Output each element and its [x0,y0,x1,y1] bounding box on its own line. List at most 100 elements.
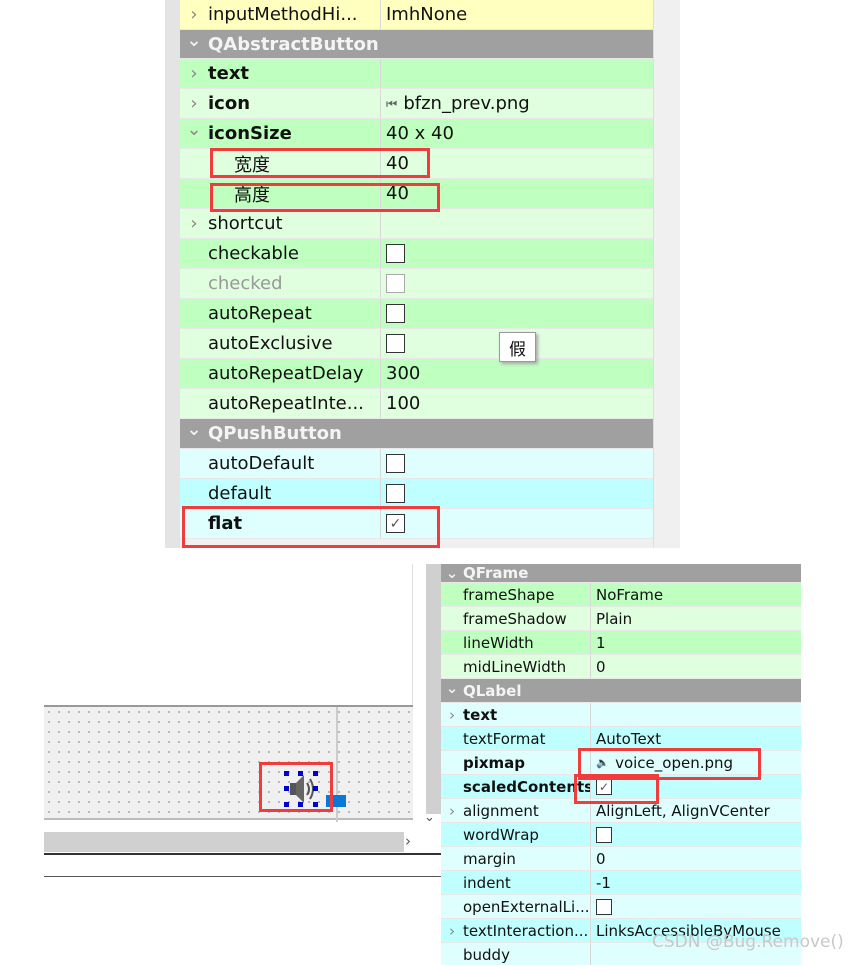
chevron-right-icon[interactable]: › [180,0,208,29]
property-row-autorepeatinte[interactable]: autoRepeatInte... 100 [180,389,653,419]
form-white-area [44,564,413,705]
property-name: autoDefault [208,449,381,478]
property-value[interactable]: AutoText [591,727,801,750]
property-row-linewidth[interactable]: lineWidth 1 [441,631,801,655]
property-row-inputmethodhi[interactable]: › inputMethodHi... ImhNone [180,0,653,30]
row-gutter [180,389,208,418]
property-row-autoexclusive[interactable]: autoExclusive [180,329,653,359]
property-row-icon[interactable]: › icon ⏮ bfzn_prev.png [180,89,653,119]
highlight-box [259,762,333,812]
chevron-right-icon[interactable]: › [405,832,411,850]
checkbox[interactable] [386,454,405,473]
property-row-text[interactable]: › text [441,703,801,727]
chevron-down-icon[interactable]: ⌄ [180,419,208,448]
property-value[interactable] [381,479,653,508]
checkbox[interactable] [386,244,405,263]
highlight-box [182,506,440,548]
property-row-margin[interactable]: margin 0 [441,847,801,871]
property-name: autoRepeatDelay [208,359,381,388]
property-row-autorepeat[interactable]: autoRepeat [180,299,653,329]
section-header-qpushbutton[interactable]: ⌄ QPushButton [180,419,653,449]
property-value[interactable]: 40 x 40 [381,119,653,148]
chevron-right-icon[interactable]: › [180,59,208,88]
property-value-text: 300 [386,363,421,384]
property-value[interactable]: Plain [591,607,801,630]
property-value[interactable]: 1 [591,631,801,654]
row-gutter [441,871,463,894]
property-name: checkable [208,239,381,268]
property-value[interactable] [591,703,801,726]
property-name: QPushButton [208,423,342,444]
property-value[interactable] [591,823,801,846]
form-grid[interactable] [44,705,413,822]
property-value-text: AutoText [596,729,662,748]
scrollbar-vertical[interactable] [653,0,680,548]
property-name: wordWrap [463,823,591,846]
property-value[interactable] [381,209,653,238]
property-value[interactable]: -1 [591,871,801,894]
property-row-checked[interactable]: checked [180,269,653,299]
property-row-wordwrap[interactable]: wordWrap [441,823,801,847]
chevron-down-icon[interactable]: ⌄ [441,564,463,582]
property-name: alignment [463,799,591,822]
property-value[interactable] [381,299,653,328]
chevron-down-icon[interactable]: ⌄ [441,679,463,702]
property-row-text[interactable]: › text [180,59,653,89]
property-row-autodefault[interactable]: autoDefault [180,449,653,479]
property-value[interactable]: 0 [591,847,801,870]
property-list: › inputMethodHi... ImhNone ⌄ QAbstractButton… [180,0,653,539]
property-value[interactable] [381,239,653,268]
property-row-frameshadow[interactable]: frameShadow Plain [441,607,801,631]
row-gutter [180,299,208,328]
section-header-qabstractbutton[interactable]: ⌄ QAbstractButton [180,30,653,59]
checkbox[interactable] [386,334,405,353]
property-row-indent[interactable]: indent -1 [441,871,801,895]
chevron-right-icon[interactable]: › [441,799,463,822]
property-name: buddy [463,943,591,965]
property-value[interactable] [381,449,653,478]
property-row-midlinewidth[interactable]: midLineWidth 0 [441,655,801,679]
property-value[interactable]: 100 [381,389,653,418]
property-name: autoRepeatInte... [208,389,381,418]
row-gutter [441,631,463,654]
property-row-frameshape[interactable]: frameShape NoFrame [441,583,801,607]
checkbox[interactable] [386,274,405,293]
chevron-right-icon[interactable]: › [180,89,208,118]
property-value[interactable]: 0 [591,655,801,678]
property-value[interactable] [591,895,801,918]
row-gutter [441,823,463,846]
property-name: midLineWidth [463,655,591,678]
property-name: shortcut [208,209,381,238]
checkbox[interactable] [596,898,612,915]
property-value[interactable] [381,269,653,298]
property-value[interactable]: ImhNone [381,0,653,29]
property-name: text [463,703,591,726]
property-row-autorepeatdelay[interactable]: autoRepeatDelay 300 [180,359,653,389]
chevron-down-icon[interactable]: ⌄ [180,30,208,58]
property-value-text: 1 [596,633,606,652]
section-header-qframe[interactable]: ⌄ QFrame [441,564,801,583]
property-value[interactable] [381,59,653,88]
row-gutter [441,607,463,630]
checkbox[interactable] [596,826,612,843]
chevron-down-icon[interactable]: ⌄ [180,119,208,148]
checkbox[interactable] [386,304,405,323]
property-name: pixmap [463,751,591,774]
scrollbar-horizontal[interactable] [44,832,404,852]
section-header-qlabel[interactable]: ⌄ QLabel [441,679,801,703]
property-row-iconsize[interactable]: ⌄ iconSize 40 x 40 [180,119,653,149]
chevron-down-icon[interactable]: ⌄ [424,810,435,825]
property-name: QFrame [463,564,529,582]
chevron-right-icon[interactable]: › [180,209,208,238]
property-row-openexternalli[interactable]: openExternalLi... [441,895,801,919]
checkbox[interactable] [386,484,405,503]
chevron-right-icon[interactable]: › [441,703,463,726]
property-row-shortcut[interactable]: › shortcut [180,209,653,239]
chevron-right-icon[interactable]: › [441,919,463,942]
property-value[interactable]: NoFrame [591,583,801,606]
property-value[interactable]: 300 [381,359,653,388]
property-row-default[interactable]: default [180,479,653,509]
property-row-checkable[interactable]: checkable [180,239,653,269]
row-gutter [441,583,463,606]
property-value[interactable]: ⏮ bfzn_prev.png [381,89,653,118]
